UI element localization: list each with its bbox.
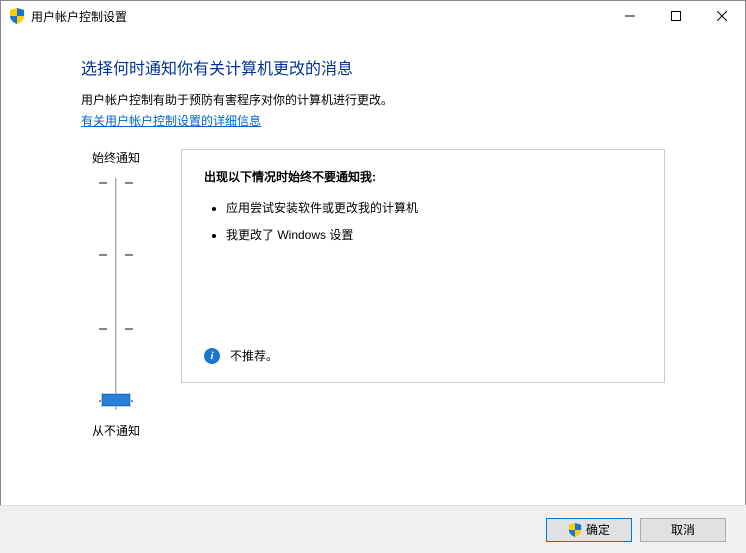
slider-tick <box>125 254 133 256</box>
description-panel: 出现以下情况时始终不要通知我: 应用尝试安装软件或更改我的计算机 我更改了 Wi… <box>181 149 665 383</box>
info-icon: i <box>204 348 220 364</box>
window-title: 用户帐户控制设置 <box>31 8 127 25</box>
slider-thumb[interactable] <box>102 394 130 406</box>
ok-button[interactable]: 确定 <box>546 518 632 542</box>
help-link[interactable]: 有关用户帐户控制设置的详细信息 <box>81 114 261 128</box>
shield-icon <box>9 8 25 24</box>
slider-tick <box>125 182 133 184</box>
ok-button-label: 确定 <box>586 521 610 538</box>
slider-tick <box>99 254 107 256</box>
panel-list: 应用尝试安装软件或更改我的计算机 我更改了 Windows 设置 <box>204 199 642 243</box>
slider-column: 始终通知 从不通知 <box>81 149 151 439</box>
panel-title: 出现以下情况时始终不要通知我: <box>204 168 642 185</box>
cancel-button-label: 取消 <box>671 521 695 538</box>
list-item: 我更改了 Windows 设置 <box>226 226 642 243</box>
slider-zone: 始终通知 从不通知 出现以下情况时始终不要通知我: 应用尝试安装软件或更改我的计… <box>81 149 665 439</box>
slider-label-never: 从不通知 <box>81 422 151 439</box>
recommendation-row: i 不推荐。 <box>204 347 278 364</box>
titlebar: 用户帐户控制设置 <box>1 1 745 31</box>
recommendation-text: 不推荐。 <box>230 347 278 364</box>
slider-tick <box>99 182 107 184</box>
page-subtitle: 用户帐户控制有助于预防有害程序对你的计算机进行更改。 <box>81 91 665 108</box>
list-item: 应用尝试安装软件或更改我的计算机 <box>226 199 642 216</box>
close-button[interactable] <box>699 1 745 31</box>
slider-label-always: 始终通知 <box>81 149 151 166</box>
minimize-button[interactable] <box>607 1 653 31</box>
cancel-button[interactable]: 取消 <box>640 518 726 542</box>
window-controls <box>607 1 745 31</box>
shield-icon <box>568 523 582 537</box>
slider-tick <box>125 328 133 330</box>
slider-track <box>115 178 117 410</box>
maximize-button[interactable] <box>653 1 699 31</box>
slider-tick <box>99 328 107 330</box>
content-area: 选择何时通知你有关计算机更改的消息 用户帐户控制有助于预防有害程序对你的计算机进… <box>1 31 745 439</box>
footer-bar: 确定 取消 <box>0 505 746 553</box>
notification-slider[interactable] <box>91 178 141 410</box>
page-heading: 选择何时通知你有关计算机更改的消息 <box>81 55 665 79</box>
